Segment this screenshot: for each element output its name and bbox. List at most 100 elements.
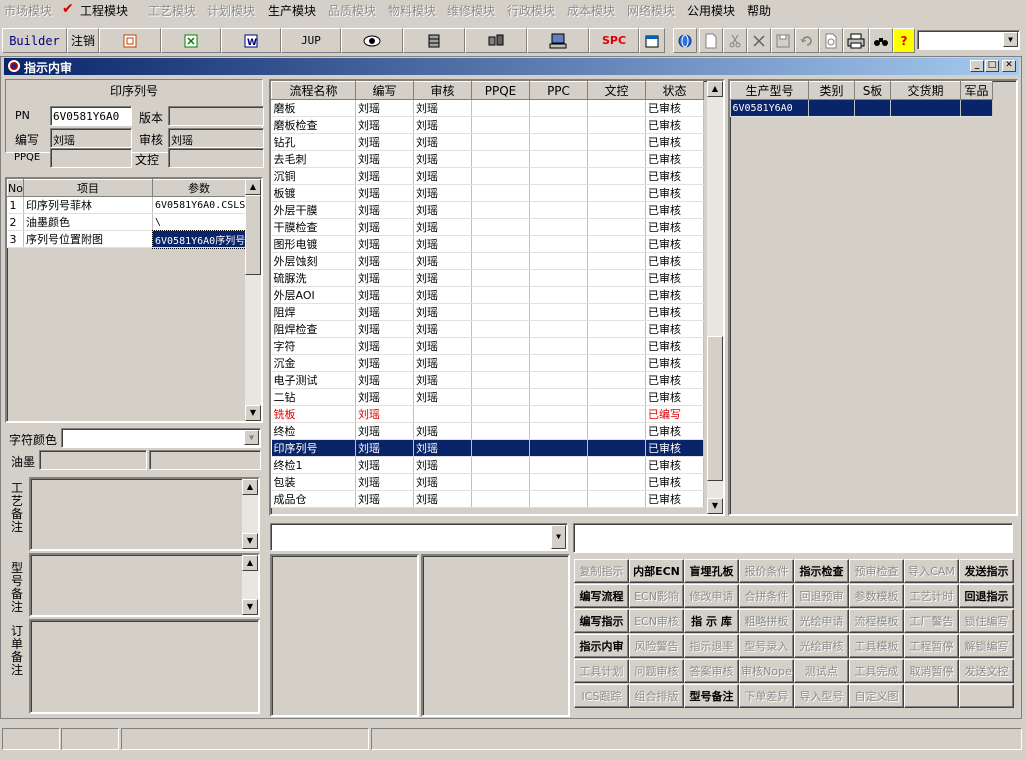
scroll-down-icon[interactable]: ▼ xyxy=(242,533,258,549)
action-button-2-6[interactable]: 工厂警告 xyxy=(904,609,959,633)
menu-12[interactable]: 帮助 xyxy=(747,2,771,19)
process-row[interactable]: 二钻 刘瑶 刘瑶 已审核 xyxy=(271,388,704,406)
action-button-2-3[interactable]: 粗略拼板 xyxy=(739,609,794,633)
process-row[interactable]: 电子测试 刘瑶 刘瑶 已审核 xyxy=(271,371,704,389)
process-row[interactable]: 成品仓 刘瑶 刘瑶 已审核 xyxy=(271,490,704,508)
menu-0[interactable]: 市场模块 xyxy=(4,2,52,19)
model-note-textarea[interactable]: ▲ ▼ xyxy=(29,553,260,617)
process-row[interactable]: 外层蚀刻 刘瑶 刘瑶 已审核 xyxy=(271,252,704,270)
action-button-1-3[interactable]: 合拼条件 xyxy=(739,584,794,608)
process-row[interactable]: 阻焊 刘瑶 刘瑶 已审核 xyxy=(271,303,704,321)
restore-button[interactable]: □ xyxy=(985,60,999,72)
ink-field-2[interactable] xyxy=(149,450,261,470)
spc-button[interactable]: SPC xyxy=(589,28,639,53)
doc-control-field[interactable] xyxy=(168,148,264,168)
param-header-2[interactable]: 参数 xyxy=(152,179,246,197)
action-button-3-7[interactable]: 解锁编写 xyxy=(959,634,1014,658)
action-button-2-4[interactable]: 光绘申请 xyxy=(794,609,849,633)
action-button-3-3[interactable]: 型号录入 xyxy=(739,634,794,658)
scroll-up-icon[interactable]: ▲ xyxy=(242,479,258,495)
param-scrollbar[interactable]: ▲ ▼ xyxy=(245,179,261,421)
process-row[interactable]: 沉金 刘瑶 刘瑶 已审核 xyxy=(271,354,704,372)
char-color-combo[interactable]: ▼ xyxy=(61,428,261,448)
process-row[interactable]: 印序列号 刘瑶 刘瑶 已审核 xyxy=(271,439,704,457)
action-button-1-5[interactable]: 参数模板 xyxy=(849,584,904,608)
toolbar-combo[interactable]: ▼ xyxy=(917,30,1020,50)
action-button-5-5[interactable]: 自定义图 xyxy=(849,684,904,708)
menu-4[interactable]: 生产模块 xyxy=(268,2,316,19)
computer-button[interactable] xyxy=(527,28,589,53)
process-row[interactable]: 去毛刺 刘瑶 刘瑶 已审核 xyxy=(271,150,704,168)
action-button-1-6[interactable]: 工艺计时 xyxy=(904,584,959,608)
scroll-up-icon[interactable]: ▲ xyxy=(707,81,723,97)
note-scrollbar[interactable]: ▲ ▼ xyxy=(242,479,258,549)
action-button-0-4[interactable]: 指示检查 xyxy=(794,559,849,583)
process-row[interactable]: 磨板检查 刘瑶 刘瑶 已审核 xyxy=(271,116,704,134)
production-row[interactable]: 6V0581Y6A0 xyxy=(730,99,993,117)
action-button-3-0[interactable]: 指示内审 xyxy=(574,634,629,658)
action-button-4-5[interactable]: 工具完成 xyxy=(849,659,904,683)
menu-8[interactable]: 行政模块 xyxy=(507,2,555,19)
scroll-down-icon[interactable]: ▼ xyxy=(242,599,258,615)
action-button-5-0[interactable]: ICS跟踪 xyxy=(574,684,629,708)
action-button-4-7[interactable]: 发送文控 xyxy=(959,659,1014,683)
action-button-4-2[interactable]: 答案审核 xyxy=(684,659,739,683)
process-header-2[interactable]: 审核 xyxy=(413,81,472,100)
action-button-0-2[interactable]: 盲埋孔板 xyxy=(684,559,739,583)
globe-button[interactable] xyxy=(673,28,697,53)
action-button-3-5[interactable]: 工具模板 xyxy=(849,634,904,658)
process-note-textarea[interactable]: ▲ ▼ xyxy=(29,477,260,551)
param-header-0[interactable]: No xyxy=(7,179,24,197)
action-button-0-7[interactable]: 发送指示 xyxy=(959,559,1014,583)
calendar-button[interactable] xyxy=(639,28,665,53)
action-button-5-7[interactable] xyxy=(959,684,1014,708)
menu-10[interactable]: 网络模块 xyxy=(627,2,675,19)
scroll-down-icon[interactable]: ▼ xyxy=(245,405,261,421)
param-row[interactable]: 1 印序列号菲林 6V0581Y6A0.CSLS xyxy=(7,196,246,214)
ppqe-field[interactable] xyxy=(50,148,132,168)
word-button[interactable]: W xyxy=(221,28,281,53)
dropdown-arrow-icon[interactable]: ▼ xyxy=(244,430,259,445)
process-row[interactable]: 板镀 刘瑶 刘瑶 已审核 xyxy=(271,184,704,202)
pn-field[interactable]: 6V0581Y6A0 xyxy=(50,106,132,126)
action-button-1-0[interactable]: 编写流程 xyxy=(574,584,629,608)
menu-3[interactable]: 计划模块 xyxy=(207,2,255,19)
dropdown-arrow-icon[interactable]: ▼ xyxy=(1003,32,1018,47)
cut-button[interactable] xyxy=(723,28,747,53)
action-button-2-0[interactable]: 编写指示 xyxy=(574,609,629,633)
menu-9[interactable]: 成本模块 xyxy=(567,2,615,19)
database-button[interactable] xyxy=(403,28,465,53)
menu-11[interactable]: 公用模块 xyxy=(687,2,735,19)
action-button-4-4[interactable]: 测试点 xyxy=(794,659,849,683)
process-row[interactable]: 终检1 刘瑶 刘瑶 已审核 xyxy=(271,456,704,474)
action-button-2-1[interactable]: ECN审核 xyxy=(629,609,684,633)
menu-1[interactable]: 工程模块 xyxy=(80,2,128,19)
jup-button[interactable]: JUP xyxy=(281,28,341,53)
param-row[interactable]: 2 油墨颜色 \ xyxy=(7,213,246,231)
action-button-1-4[interactable]: 回退预审 xyxy=(794,584,849,608)
scroll-up-icon[interactable]: ▲ xyxy=(242,555,258,571)
print-button[interactable] xyxy=(843,28,869,53)
production-header-0[interactable]: 生产型号 xyxy=(730,81,809,100)
note-scrollbar[interactable]: ▲ ▼ xyxy=(242,555,258,615)
process-header-1[interactable]: 编写 xyxy=(355,81,414,100)
production-header-4[interactable]: 军品 xyxy=(960,81,993,100)
param-value[interactable]: 6V0581Y6A0序列号 xyxy=(151,229,247,249)
action-button-3-1[interactable]: 风险警告 xyxy=(629,634,684,658)
find-button[interactable] xyxy=(869,28,893,53)
preview-button[interactable] xyxy=(819,28,843,53)
process-header-3[interactable]: PPQE xyxy=(471,81,530,100)
process-row[interactable]: 图形电镀 刘瑶 刘瑶 已审核 xyxy=(271,235,704,253)
undo-button[interactable] xyxy=(795,28,819,53)
process-row[interactable]: 沉铜 刘瑶 刘瑶 已审核 xyxy=(271,167,704,185)
scroll-thumb[interactable] xyxy=(245,195,261,275)
author-field[interactable]: 刘瑶 xyxy=(50,128,132,148)
param-value[interactable]: 6V0581Y6A0.CSLS xyxy=(152,196,246,214)
process-row[interactable]: 阻焊检查 刘瑶 刘瑶 已审核 xyxy=(271,320,704,338)
review-field[interactable]: 刘瑶 xyxy=(168,128,264,148)
scroll-up-icon[interactable]: ▲ xyxy=(245,179,261,195)
save-button[interactable] xyxy=(771,28,795,53)
process-header-0[interactable]: 流程名称 xyxy=(271,81,356,100)
action-button-5-1[interactable]: 组合排版 xyxy=(629,684,684,708)
menu-5[interactable]: 品质模块 xyxy=(328,2,376,19)
